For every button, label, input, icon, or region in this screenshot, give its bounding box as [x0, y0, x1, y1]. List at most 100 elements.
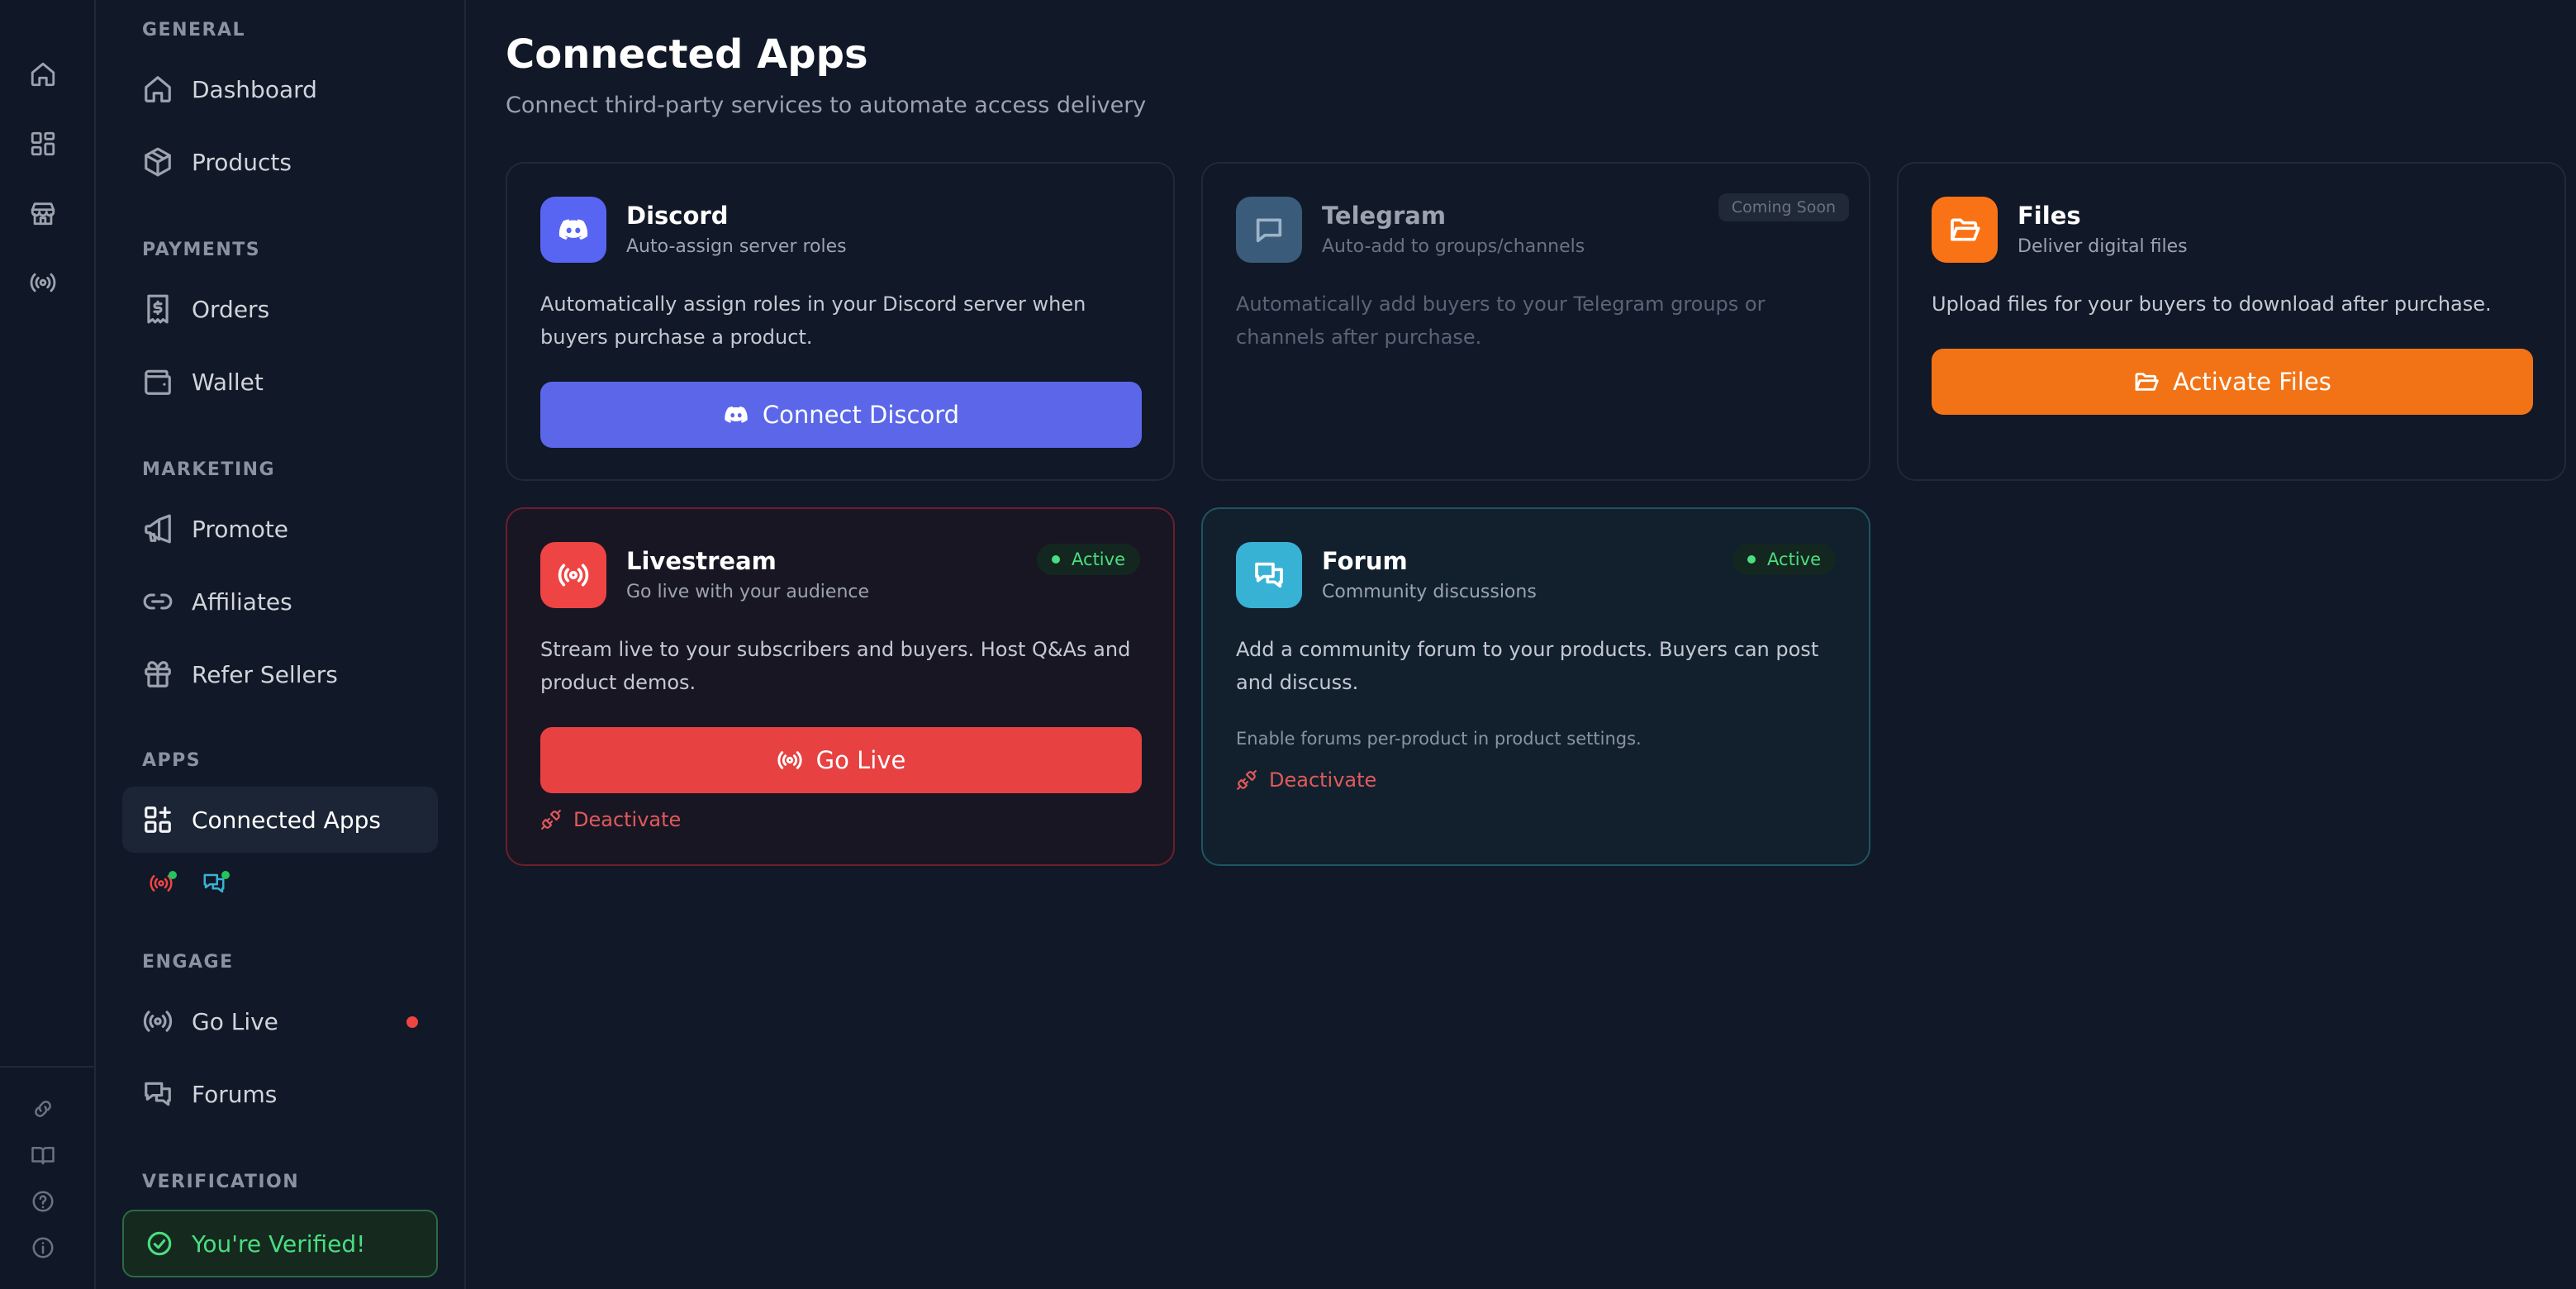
check-circle-icon [147, 1231, 172, 1256]
discord-description: Automatically assign roles in your Disco… [540, 293, 1086, 349]
discord-card: Discord Auto-assign server roles Automat… [506, 162, 1175, 481]
section-payments: PAYMENTS [142, 240, 261, 260]
sidebar-item-label: Promote [192, 515, 289, 543]
livestream-deactivate-link[interactable]: Deactivate [540, 808, 681, 831]
sidebar-item-label: Forums [192, 1080, 278, 1108]
telegram-tagline: Auto-add to groups/channels [1322, 236, 1585, 257]
sidebar: GENERAL Dashboard Products PAYMENTS Orde… [96, 0, 466, 1289]
files-tagline: Deliver digital files [2018, 236, 2188, 257]
telegram-card: Telegram Auto-add to groups/channels Com… [1201, 162, 1870, 481]
forum-name: Forum [1322, 547, 1408, 575]
grid-icon[interactable] [26, 127, 59, 160]
verified-label: You're Verified! [192, 1230, 366, 1258]
wallet-icon [142, 366, 173, 397]
telegram-icon [1236, 197, 1302, 263]
sidebar-item-connected-apps[interactable]: Connected Apps [122, 787, 438, 853]
info-icon[interactable] [26, 1231, 59, 1264]
sidebar-item-go-live[interactable]: Go Live [122, 988, 438, 1054]
sidebar-item-label: Go Live [192, 1007, 278, 1035]
broadcast-icon[interactable] [26, 266, 59, 299]
livestream-description: Stream live to your subscribers and buye… [540, 638, 1131, 694]
folder-icon [1932, 197, 1998, 263]
page-subtitle: Connect third-party services to automate… [506, 93, 1147, 118]
discord-icon [725, 406, 748, 423]
megaphone-icon [142, 513, 173, 545]
sidebar-item-promote[interactable]: Promote [122, 496, 438, 562]
link-icon [142, 586, 173, 617]
sidebar-item-dashboard[interactable]: Dashboard [122, 56, 438, 122]
package-icon [142, 146, 173, 178]
page-title: Connected Apps [506, 31, 868, 78]
button-label: Activate Files [2173, 368, 2331, 396]
deactivate-label: Deactivate [573, 808, 682, 831]
discord-name: Discord [626, 202, 729, 230]
telegram-name: Telegram [1322, 202, 1447, 230]
telegram-description: Automatically add buyers to your Telegra… [1236, 293, 1766, 349]
link-icon[interactable] [26, 1092, 59, 1125]
section-verification: VERIFICATION [142, 1172, 300, 1192]
store-icon[interactable] [26, 197, 59, 230]
sidebar-item-label: Refer Sellers [192, 660, 338, 688]
broadcast-icon [777, 751, 802, 769]
sidebar-item-refer-sellers[interactable]: Refer Sellers [122, 641, 438, 707]
sidebar-item-affiliates[interactable]: Affiliates [122, 568, 438, 635]
section-marketing: MARKETING [142, 459, 276, 480]
sidebar-item-products[interactable]: Products [122, 129, 438, 195]
active-badge: Active [1732, 544, 1836, 575]
button-label: Go Live [815, 746, 906, 774]
sidebar-item-label: Orders [192, 295, 270, 323]
home-icon[interactable] [26, 58, 59, 91]
active-dot [169, 871, 177, 879]
active-badge: Active [1037, 544, 1140, 575]
coming-soon-badge: Coming Soon [1718, 193, 1849, 221]
verified-status[interactable]: You're Verified! [122, 1210, 438, 1277]
unplug-icon [541, 810, 561, 830]
book-icon[interactable] [26, 1139, 59, 1172]
folder-icon [2135, 373, 2159, 391]
deactivate-label: Deactivate [1269, 768, 1377, 792]
forum-card: Forum Community discussions Active Add a… [1201, 507, 1870, 866]
sidebar-item-wallet[interactable]: Wallet [122, 349, 438, 415]
forum-app-shortcut[interactable] [202, 871, 230, 899]
files-card: Files Deliver digital files Upload files… [1897, 162, 2566, 481]
connect-discord-button[interactable]: Connect Discord [540, 382, 1142, 448]
sidebar-item-forums[interactable]: Forums [122, 1061, 438, 1127]
button-label: Connect Discord [762, 401, 960, 429]
unplug-icon [1237, 770, 1257, 790]
sidebar-item-label: Dashboard [192, 75, 317, 103]
section-engage: ENGAGE [142, 952, 234, 973]
forum-hint: Enable forums per-product in product set… [1236, 729, 1642, 749]
forum-tagline: Community discussions [1322, 582, 1537, 602]
livestream-app-shortcut[interactable] [149, 871, 177, 899]
rail-divider [0, 1066, 96, 1068]
gift-icon [142, 659, 173, 690]
live-indicator-dot [406, 1016, 418, 1028]
sidebar-item-label: Wallet [192, 368, 264, 396]
forum-description: Add a community forum to your products. … [1236, 638, 1819, 694]
livestream-card: Livestream Go live with your audience Ac… [506, 507, 1175, 866]
section-apps: APPS [142, 750, 202, 771]
sidebar-item-label: Products [192, 148, 292, 176]
chat-icon [142, 1078, 173, 1110]
livestream-name: Livestream [626, 547, 777, 575]
sidebar-item-label: Connected Apps [192, 806, 381, 834]
activate-files-button[interactable]: Activate Files [1932, 349, 2533, 415]
discord-tagline: Auto-assign server roles [626, 236, 847, 257]
icon-rail [0, 0, 96, 1289]
broadcast-icon [142, 1006, 173, 1037]
receipt-icon [142, 293, 173, 325]
sidebar-item-label: Affiliates [192, 587, 292, 616]
section-general: GENERAL [142, 20, 246, 40]
active-dot [221, 871, 230, 879]
sidebar-item-orders[interactable]: Orders [122, 276, 438, 342]
livestream-tagline: Go live with your audience [626, 582, 870, 602]
discord-icon [540, 197, 606, 263]
help-icon[interactable] [26, 1185, 59, 1218]
broadcast-icon [540, 542, 606, 608]
forum-deactivate-link[interactable]: Deactivate [1236, 768, 1376, 792]
go-live-button[interactable]: Go Live [540, 727, 1142, 793]
files-name: Files [2018, 202, 2081, 230]
home-icon [142, 74, 173, 105]
chat-icon [1236, 542, 1302, 608]
files-description: Upload files for your buyers to download… [1932, 293, 2492, 316]
